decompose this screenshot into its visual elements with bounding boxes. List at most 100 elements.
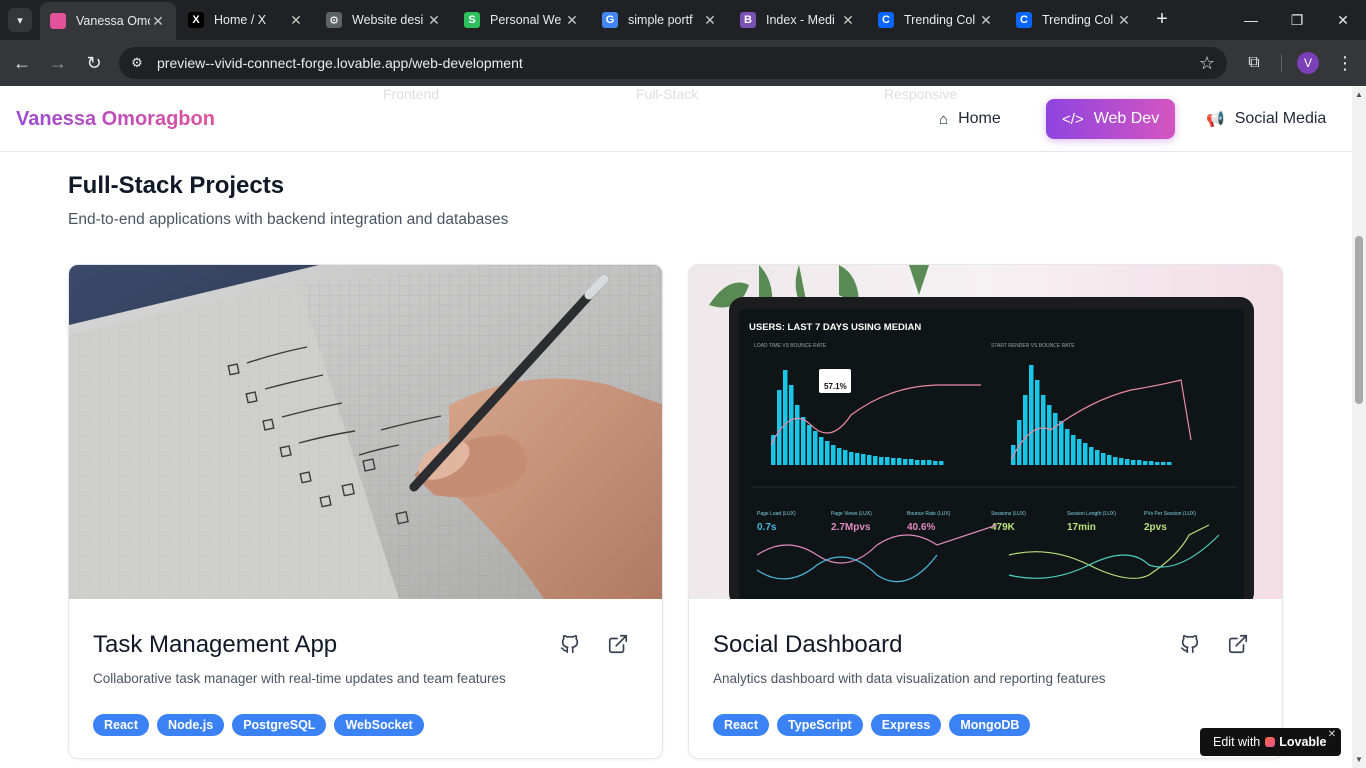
megaphone-icon: 📢: [1206, 111, 1225, 128]
scroll-down-arrow-icon[interactable]: ▼: [1355, 755, 1363, 764]
dashboard-bar: [1107, 455, 1112, 465]
scrollbar-thumb[interactable]: [1355, 236, 1363, 404]
framer-icon: S: [464, 12, 480, 28]
dashboard-bar: [789, 385, 794, 465]
browser-tab[interactable]: C Trending Col ✕: [868, 4, 1004, 36]
browser-tab[interactable]: ⚙ Website desi ✕: [316, 4, 452, 36]
github-icon[interactable]: [1179, 633, 1201, 655]
back-button[interactable]: ←: [10, 51, 34, 75]
edit-with-lovable-badge[interactable]: Edit with Lovable ✕: [1200, 728, 1341, 756]
dashboard-bar: [819, 437, 824, 465]
nav-link-social-media[interactable]: 📢 Social Media: [1190, 99, 1342, 139]
dash-stat-value: 17min: [1067, 522, 1096, 533]
close-window-button[interactable]: ✕: [1320, 6, 1366, 34]
profile-avatar[interactable]: V: [1297, 52, 1319, 74]
dash-stat-value: 479K: [991, 522, 1016, 533]
dashboard-bar: [1125, 459, 1130, 465]
scroll-up-arrow-icon[interactable]: ▲: [1355, 90, 1363, 99]
dashboard-bar: [849, 452, 854, 465]
restore-button[interactable]: ❐: [1274, 6, 1320, 34]
close-tab-icon[interactable]: ✕: [426, 12, 442, 29]
new-tab-button[interactable]: +: [1150, 8, 1174, 32]
browser-tab[interactable]: Gsimple portf ✕: [592, 4, 728, 36]
browser-toolbar: ← → ↻ ⚙ preview--vivid-connect-forge.lov…: [0, 40, 1366, 86]
badge-close-icon[interactable]: ✕: [1328, 729, 1336, 740]
dashboard-bar: [897, 458, 902, 465]
dashboard-bar: [1071, 435, 1076, 465]
forward-button[interactable]: →: [46, 51, 70, 75]
extensions-puzzle-icon[interactable]: ⧉: [1243, 52, 1265, 74]
tab-search-button[interactable]: ▾: [8, 8, 32, 32]
dashboard-bar: [1119, 458, 1124, 465]
toolbar-divider: [1281, 54, 1282, 72]
tech-tags: React Node.js PostgreSQL WebSocket: [93, 714, 424, 736]
minimize-button[interactable]: —: [1228, 6, 1274, 34]
page-scrollbar[interactable]: ▲ ▼: [1352, 86, 1366, 768]
section-subtitle: End-to-end applications with backend int…: [68, 211, 509, 228]
browser-tab[interactable]: Vanessa Omo ✕: [40, 2, 176, 40]
x-logo-icon: X: [188, 12, 204, 28]
dashboard-bar: [807, 425, 812, 465]
tab-title: Vanessa Omo: [76, 14, 150, 28]
dashboard-bar: [1047, 405, 1052, 465]
dash-stat-label: Bounce Rate (LUX): [907, 511, 951, 517]
dashboard-bar: [1029, 365, 1034, 465]
brand-logo-text[interactable]: Vanessa Omoragbon: [16, 108, 215, 131]
dashboard-bar: [1113, 457, 1118, 465]
tech-tag: Express: [870, 714, 942, 736]
dash-stat-value: 2.7Mpvs: [831, 522, 871, 533]
close-tab-icon[interactable]: ✕: [288, 12, 304, 29]
page-viewport: Frontend Full-Stack Responsive Vanessa Omo…: [0, 86, 1352, 768]
external-link-icon[interactable]: [607, 633, 629, 655]
badge-prefix: Edit with: [1213, 735, 1261, 749]
browser-tab[interactable]: S Personal We ✕: [454, 4, 590, 36]
dash-stat-value: 2pvs: [1144, 522, 1167, 533]
project-card-social-dashboard[interactable]: USERS: LAST 7 DAYS USING MEDIAN LOAD TIM…: [688, 264, 1283, 759]
close-tab-icon[interactable]: ✕: [564, 12, 580, 29]
dashboard-bar: [873, 456, 878, 465]
dashboard-bar: [783, 370, 788, 465]
coolors-icon: C: [878, 12, 894, 28]
address-bar[interactable]: ⚙ preview--vivid-connect-forge.lovable.a…: [119, 47, 1227, 79]
nav-link-label: Home: [958, 110, 1001, 127]
dashboard-bar: [921, 460, 926, 465]
close-tab-icon[interactable]: ✕: [1116, 12, 1132, 29]
close-tab-icon[interactable]: ✕: [978, 12, 994, 29]
close-tab-icon[interactable]: ✕: [840, 12, 856, 29]
github-icon[interactable]: [559, 633, 581, 655]
project-description: Analytics dashboard with data visualizat…: [713, 671, 1106, 686]
close-tab-icon[interactable]: ✕: [702, 12, 718, 29]
dashboard-bar: [939, 461, 944, 465]
tech-tag: PostgreSQL: [232, 714, 327, 736]
tab-title: Trending Col: [1042, 13, 1114, 27]
project-card-task-management[interactable]: Task Management App Collaborative task m…: [68, 264, 663, 759]
browser-tab[interactable]: B Index - Medi ✕: [730, 4, 866, 36]
site-settings-icon[interactable]: ⚙: [129, 55, 145, 71]
nav-link-home[interactable]: ⌂ Home: [923, 99, 1017, 139]
bookmark-star-icon[interactable]: ☆: [1199, 53, 1215, 73]
dashboard-bar: [777, 390, 782, 465]
dash-stat-value: 0.7s: [757, 522, 777, 533]
browser-tab[interactable]: C Trending Col ✕: [1006, 4, 1142, 36]
browser-menu-icon[interactable]: ⋮: [1334, 52, 1356, 74]
nav-link-web-dev[interactable]: </> Web Dev: [1046, 99, 1176, 139]
dashboard-bar: [903, 459, 908, 465]
dash-stat-label: Session Length (LUX): [1067, 511, 1116, 517]
dash-stat-label: Sessions (LUX): [991, 511, 1026, 517]
dashboard-bar: [1077, 439, 1082, 465]
tech-tag: React: [93, 714, 150, 736]
dash-stat-value: 40.6%: [907, 522, 935, 533]
dashboard-bar: [825, 441, 830, 465]
dashboard-bar: [1023, 395, 1028, 465]
dash-stat-label: PVs Per Session (LUX): [1144, 511, 1196, 517]
bootstrap-icon: B: [740, 12, 756, 28]
dashboard-bar: [1089, 447, 1094, 465]
close-tab-icon[interactable]: ✕: [150, 13, 166, 30]
reload-button[interactable]: ↻: [82, 51, 106, 75]
dashboard-bar: [837, 448, 842, 465]
browser-tab[interactable]: X Home / X ✕: [178, 4, 314, 36]
dashboard-bar: [843, 450, 848, 465]
external-link-icon[interactable]: [1227, 633, 1249, 655]
project-description: Collaborative task manager with real-tim…: [93, 671, 506, 686]
code-icon: </>: [1062, 110, 1084, 128]
